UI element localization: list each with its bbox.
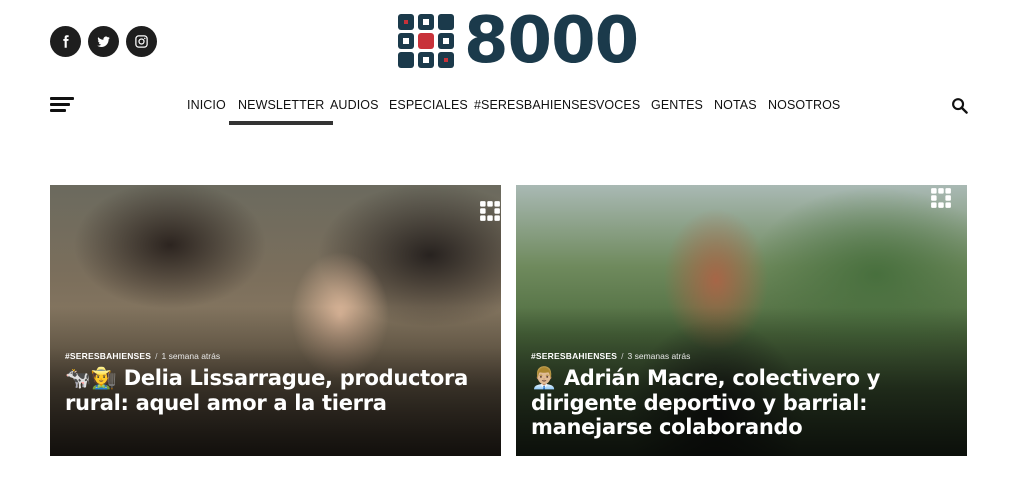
facebook-button[interactable]	[50, 26, 81, 57]
logo-mark-icon	[398, 14, 454, 68]
twitter-icon	[97, 36, 110, 47]
site-header: 8000 INICIO NEWSLETTER AUDIOS ESPECIALES…	[0, 0, 1024, 140]
article-title[interactable]: 🐄🧑‍🌾 Delia Lissarrague, productora rural…	[65, 366, 485, 415]
social-links	[50, 26, 157, 57]
article-category[interactable]: #SERESBAHIENSES	[65, 351, 151, 361]
nav-item-inicio[interactable]: INICIO	[187, 92, 226, 126]
article-card[interactable]: #SERESBAHIENSES/3 semanas atrás 👨🏼‍💼 Adr…	[516, 185, 967, 456]
article-title[interactable]: 👨🏼‍💼 Adrián Macre, colectivero y dirigen…	[531, 366, 951, 440]
article-meta: #SERESBAHIENSES/1 semana atrás	[65, 351, 221, 361]
article-time: 3 semanas atrás	[627, 351, 691, 361]
twitter-button[interactable]	[88, 26, 119, 57]
nav-item-nosotros[interactable]: NOSOTROS	[768, 92, 840, 126]
instagram-button[interactable]	[126, 26, 157, 57]
article-meta: #SERESBAHIENSES/3 semanas atrás	[531, 351, 691, 361]
nav-item-especiales[interactable]: ESPECIALES	[389, 92, 468, 126]
main-nav: INICIO NEWSLETTER AUDIOS ESPECIALES #SER…	[0, 92, 1024, 126]
facebook-icon	[63, 35, 69, 48]
logo-badge-icon	[931, 188, 951, 208]
site-logo[interactable]: 8000	[396, 4, 639, 78]
nav-item-audios[interactable]: AUDIOS	[330, 92, 379, 126]
article-card[interactable]: #SERESBAHIENSES/1 semana atrás 🐄🧑‍🌾 Deli…	[50, 185, 501, 456]
logo-badge-icon	[480, 201, 500, 221]
nav-item-newsletter[interactable]: NEWSLETTER	[228, 92, 334, 126]
logo-text: 8000	[464, 4, 639, 78]
instagram-icon	[135, 35, 148, 48]
nav-item-gentes[interactable]: GENTES	[651, 92, 703, 126]
search-icon[interactable]	[951, 97, 968, 114]
nav-item-notas[interactable]: NOTAS	[714, 92, 757, 126]
article-category[interactable]: #SERESBAHIENSES	[531, 351, 617, 361]
nav-item-voces[interactable]: VOCES	[596, 92, 640, 126]
article-time: 1 semana atrás	[161, 351, 221, 361]
nav-item-seresbahienses[interactable]: #SERESBAHIENSES	[474, 92, 596, 126]
